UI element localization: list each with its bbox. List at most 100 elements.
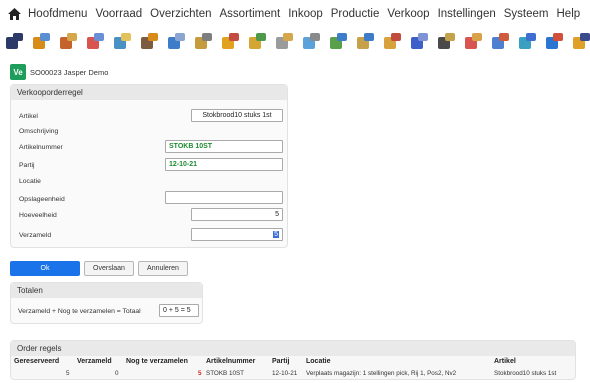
user-icon[interactable] xyxy=(571,31,590,51)
ok-button[interactable]: Ok xyxy=(10,261,80,276)
search-box-icon[interactable] xyxy=(274,31,294,51)
totals-value: 0 + 5 = 5 xyxy=(163,307,191,314)
col-artikelnummer: Artikelnummer xyxy=(206,358,256,365)
gear-icon[interactable] xyxy=(328,31,348,51)
list-icon-accent xyxy=(499,33,509,41)
menu-item-systeem[interactable]: Systeem xyxy=(504,8,549,20)
invoice-icon-accent xyxy=(472,33,482,41)
shipment-icon-accent xyxy=(526,33,536,41)
user-icon-accent xyxy=(580,33,590,41)
menu-item-assortiment[interactable]: Assortiment xyxy=(220,8,281,20)
hoeveelheid-field[interactable]: 5 xyxy=(191,208,283,221)
menu-item-overzichten[interactable]: Overzichten xyxy=(150,8,211,20)
partij-label: Partij xyxy=(19,162,35,169)
hoeveelheid-label: Hoeveelheid xyxy=(19,212,57,219)
shipment-icon[interactable] xyxy=(517,31,537,51)
home-icon[interactable] xyxy=(6,6,22,22)
order-lines-title: Order regels xyxy=(11,341,575,356)
totals-title: Totalen xyxy=(11,283,202,298)
omschrijving-label: Omschrijving xyxy=(19,128,59,135)
artikelnummer-field[interactable]: STOKB 10ST xyxy=(165,140,283,153)
cart-icon[interactable] xyxy=(409,31,429,51)
receipt-icon[interactable] xyxy=(436,31,456,51)
orders-icon-accent xyxy=(391,33,401,41)
boxes-icon-accent xyxy=(94,33,104,41)
menu-item-instellingen[interactable]: Instellingen xyxy=(438,8,496,20)
cell-verzameld: 0 xyxy=(115,370,119,377)
partij-value: 12-10-21 xyxy=(169,161,198,168)
table-row[interactable]: 5 0 5 STOKB 10ST 12-10-21 Verplaats maga… xyxy=(14,370,574,380)
grid-icon[interactable] xyxy=(139,31,159,51)
order-line-panel: Verkooporderregel Artikel Stokbrood10 st… xyxy=(10,84,288,248)
gear-icon-accent xyxy=(337,33,347,41)
clipboard-icon[interactable] xyxy=(112,31,132,51)
panel-title: Verkooporderregel xyxy=(11,85,287,100)
col-artikel: Artikel xyxy=(494,358,516,365)
artikel-value: Stokbrood10 stuks 1st xyxy=(202,112,272,119)
hoeveelheid-value: 5 xyxy=(275,211,279,218)
artikel-label: Artikel xyxy=(19,113,38,120)
overslaan-button[interactable]: Overslaan xyxy=(84,261,134,276)
cell-artikelnummer: STOKB 10ST xyxy=(206,370,245,377)
cell-artikel: Stokbrood10 stuks 1st xyxy=(494,370,557,377)
package-icon-accent xyxy=(229,33,239,41)
box-icon-accent xyxy=(256,33,266,41)
app-badge: Ve xyxy=(10,64,26,80)
database-icon-accent xyxy=(13,33,23,41)
app-header: Ve SO00023 Jasper Demo xyxy=(10,64,108,80)
package-icon[interactable] xyxy=(220,31,240,51)
search-list-icon[interactable] xyxy=(301,31,321,51)
pen-icon[interactable] xyxy=(193,31,213,51)
cell-partij: 12-10-21 xyxy=(272,370,298,377)
database-icon[interactable] xyxy=(4,31,24,51)
verzameld-field[interactable]: 5 xyxy=(191,228,283,241)
clipboard-icon-accent xyxy=(121,33,131,41)
verzameld-value: 5 xyxy=(273,231,279,238)
menu-item-hoofdmenu[interactable]: Hoofdmenu xyxy=(28,8,87,20)
truck-icon[interactable] xyxy=(58,31,78,51)
basket-icon[interactable] xyxy=(544,31,564,51)
receipt-icon-accent xyxy=(445,33,455,41)
col-gereserveerd: Gereserveerd xyxy=(14,358,60,365)
box-icon[interactable] xyxy=(247,31,267,51)
cell-gereserveerd: 5 xyxy=(66,370,70,377)
opslageenheid-field[interactable] xyxy=(165,191,283,204)
folder-icon-accent xyxy=(40,33,50,41)
annuleren-button[interactable]: Annuleren xyxy=(138,261,188,276)
partij-field[interactable]: 12-10-21 xyxy=(165,158,283,171)
col-locatie: Locatie xyxy=(306,358,331,365)
search-list-icon-accent xyxy=(310,33,320,41)
menu-bar: Hoofdmenu Voorraad Overzichten Assortime… xyxy=(0,0,590,28)
totals-label: Verzameld + Nog te verzamelen = Totaal xyxy=(18,308,141,315)
artikelnummer-label: Artikelnummer xyxy=(19,144,63,151)
app-title: SO00023 Jasper Demo xyxy=(30,67,109,77)
col-partij: Partij xyxy=(272,358,290,365)
artikelnummer-value: STOKB 10ST xyxy=(169,143,213,150)
document-icon[interactable] xyxy=(355,31,375,51)
cube-icon[interactable] xyxy=(166,31,186,51)
grid-icon-accent xyxy=(148,33,158,41)
locatie-label: Locatie xyxy=(19,178,41,185)
list-icon[interactable] xyxy=(490,31,510,51)
verzameld-label: Verzameld xyxy=(19,232,52,239)
cell-locatie: Verplaats magazijn: 1 stellingen pick, R… xyxy=(306,370,457,377)
menu-item-inkoop[interactable]: Inkoop xyxy=(288,8,323,20)
artikel-field[interactable]: Stokbrood10 stuks 1st xyxy=(191,109,283,122)
search-box-icon-accent xyxy=(283,33,293,41)
pen-icon-accent xyxy=(202,33,212,41)
boxes-icon[interactable] xyxy=(85,31,105,51)
menu-item-help[interactable]: Help xyxy=(557,8,581,20)
col-verzameld: Verzameld xyxy=(77,358,112,365)
toolbar xyxy=(4,29,590,53)
folder-icon[interactable] xyxy=(31,31,51,51)
col-nog-te-verzamelen: Nog te verzamelen xyxy=(126,358,188,365)
totals-panel: Totalen Verzameld + Nog te verzamelen = … xyxy=(10,282,203,324)
invoice-icon[interactable] xyxy=(463,31,483,51)
cart-icon-accent xyxy=(418,33,428,41)
menu-item-productie[interactable]: Productie xyxy=(331,8,380,20)
orders-icon[interactable] xyxy=(382,31,402,51)
totals-field: 0 + 5 = 5 xyxy=(159,304,199,317)
cube-icon-accent xyxy=(175,33,185,41)
menu-item-verkoop[interactable]: Verkoop xyxy=(387,8,429,20)
menu-item-voorraad[interactable]: Voorraad xyxy=(95,8,142,20)
